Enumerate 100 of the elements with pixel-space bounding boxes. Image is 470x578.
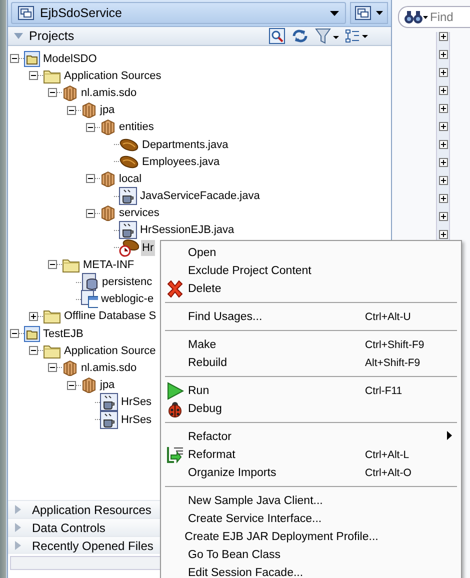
menu-item[interactable]: New Sample Java Client... [161, 492, 461, 510]
collapse-toggle-icon[interactable] [86, 122, 95, 132]
menu-item[interactable]: Open [161, 244, 461, 262]
filter-icon[interactable] [315, 28, 339, 44]
project-dropdown[interactable]: EjbSdoService [11, 2, 346, 24]
expand-fold-icon[interactable] [438, 212, 448, 221]
menu-item[interactable]: Debug [161, 400, 461, 418]
expand-fold-icon[interactable] [438, 140, 448, 149]
folder-icon [43, 68, 61, 84]
menu-item[interactable]: Create EJB JAR Deployment Profile... [161, 528, 461, 546]
menu-item[interactable]: Create Service Interface... [161, 510, 461, 528]
expand-fold-icon[interactable] [438, 176, 448, 185]
tree-item[interactable]: weblogic-e [100, 291, 155, 308]
delete-icon [166, 280, 184, 298]
collapse-toggle-icon[interactable] [48, 363, 57, 372]
collapse-toggle-icon[interactable] [29, 346, 38, 356]
menu-item[interactable]: Reformat Ctrl+Alt-L [161, 446, 461, 464]
shortcut-text: Ctrl+Shift-F9 [365, 339, 426, 351]
expand-fold-icon[interactable] [438, 122, 448, 131]
tree-item[interactable]: ModelSDO [42, 50, 98, 67]
collapse-toggle-icon[interactable] [10, 54, 19, 64]
tree-item[interactable]: HrSessionEJB.java [139, 222, 236, 238]
menu-item[interactable]: Find Usages... Ctrl+Alt-U [161, 308, 461, 326]
java-file-icon [100, 393, 118, 412]
sync-icon[interactable] [291, 28, 309, 44]
menu-item[interactable]: Exclude Project Content [161, 262, 461, 280]
tree-item[interactable]: Offline Database S [63, 308, 158, 324]
tree-item[interactable]: nl.amis.sdo [80, 360, 138, 376]
tree-item[interactable]: META-INF [82, 256, 136, 273]
menu-item[interactable]: Go To Bean Class [161, 546, 461, 564]
package-icon [100, 170, 116, 187]
menu-item[interactable]: Run Ctrl-F11 [161, 382, 461, 400]
window-icon [355, 6, 371, 20]
expand-fold-icon[interactable] [438, 230, 448, 239]
tree-item[interactable]: jpa [99, 377, 116, 394]
bean-icon [119, 138, 139, 152]
collapse-toggle-icon[interactable] [48, 260, 57, 270]
tree-item[interactable]: TestEJB [42, 326, 84, 342]
collapse-toggle-icon[interactable] [86, 208, 95, 218]
expand-fold-icon[interactable] [438, 158, 448, 167]
accordion-title: Data Controls [32, 520, 106, 534]
menu-item[interactable]: Edit Session Facade... [161, 564, 461, 578]
expand-fold-icon[interactable] [438, 194, 448, 203]
list-options-icon[interactable] [345, 28, 369, 44]
search-box[interactable]: Find [398, 6, 470, 28]
collapse-toggle-icon[interactable] [67, 106, 76, 115]
section-header[interactable]: Projects [14, 29, 74, 43]
tree-item[interactable]: Departments.java [141, 136, 230, 153]
menu-item[interactable]: Organize Imports Ctrl+Alt-O [161, 464, 461, 482]
expand-fold-icon[interactable] [438, 86, 448, 95]
collapse-toggle-icon[interactable] [86, 174, 95, 184]
package-icon [100, 119, 116, 136]
tree-item[interactable]: Employees.java [141, 154, 221, 170]
shortcut-text: Ctrl+Alt-U [365, 311, 412, 323]
collapse-toggle-icon[interactable] [29, 71, 38, 80]
reformat-icon [166, 446, 184, 464]
collapse-toggle-icon[interactable] [10, 329, 19, 338]
menu-item[interactable]: Rebuild Alt+Shift-F9 [161, 354, 461, 372]
menu-item[interactable]: Delete [161, 280, 461, 298]
web-file-icon [81, 290, 98, 308]
expand-fold-icon[interactable] [438, 50, 448, 59]
java-file-icon [119, 221, 137, 240]
folder-icon [62, 256, 80, 273]
menu-item[interactable]: Make Ctrl+Shift-F9 [161, 336, 461, 354]
collapse-toggle-icon[interactable] [67, 380, 76, 390]
tree-item[interactable]: Application Source [63, 342, 157, 359]
tree-item[interactable]: JavaServiceFacade.java [139, 188, 261, 204]
package-icon [100, 205, 116, 222]
expand-fold-icon[interactable] [438, 32, 448, 41]
expand-fold-icon[interactable] [438, 68, 448, 77]
menu-item[interactable]: Refactor [161, 428, 461, 446]
tree-item[interactable]: Application Sources [63, 68, 162, 84]
ladybug-icon [166, 400, 184, 418]
tree-item[interactable]: entities [118, 119, 155, 136]
shortcut-text: Ctrl+Alt-O [365, 467, 412, 479]
tree-item[interactable]: HrSes [120, 394, 153, 410]
tree-item[interactable]: persistenc [101, 274, 154, 290]
run-icon [166, 382, 184, 400]
tree-item[interactable]: nl.amis.sdo [80, 84, 138, 101]
tree-item[interactable]: services [118, 205, 160, 222]
search-field[interactable]: Find [430, 10, 470, 24]
view-menu-button[interactable] [350, 2, 388, 24]
project-icon [24, 326, 40, 342]
tree-item[interactable]: HrSes [120, 412, 153, 428]
shortcut-text: Ctrl-F11 [365, 385, 404, 397]
dropdown-value: EjbSdoService [40, 6, 123, 20]
tree-item[interactable]: Hr [141, 240, 155, 256]
search-icon[interactable] [269, 28, 285, 44]
java-file-icon [119, 187, 137, 206]
tree-item[interactable]: local [118, 170, 143, 187]
collapse-toggle-icon[interactable] [48, 88, 57, 98]
caret-icon [376, 11, 383, 15]
package-icon [81, 102, 97, 118]
expand-fold-icon[interactable] [438, 104, 448, 113]
database-file-icon [81, 273, 99, 292]
accordion-title: Recently Opened Files [32, 538, 154, 552]
tree-item[interactable]: jpa [99, 102, 116, 118]
expand-toggle-icon[interactable] [29, 312, 38, 321]
shortcut-text: Alt+Shift-F9 [365, 357, 422, 369]
bean-clock-icon [119, 238, 139, 257]
